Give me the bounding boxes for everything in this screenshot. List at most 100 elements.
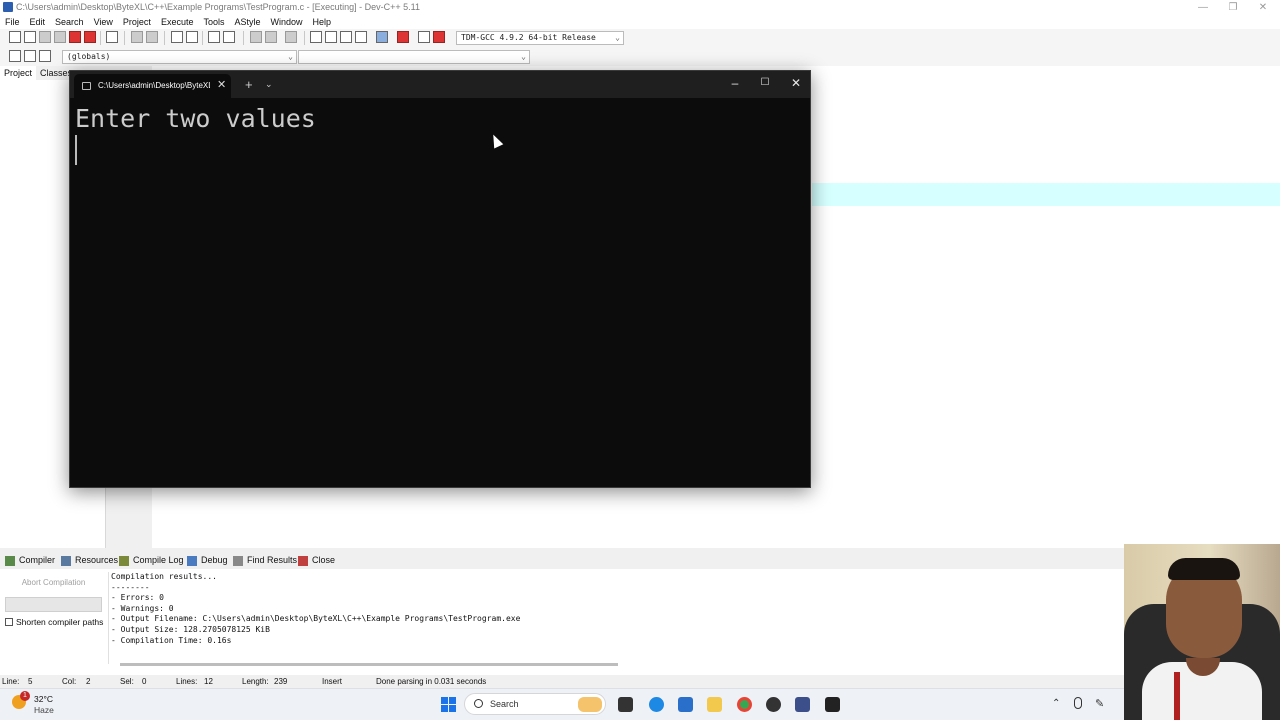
- tab-find-results-label: Find Results: [247, 555, 298, 565]
- toolbar-separator: [100, 31, 101, 45]
- save-all-icon[interactable]: [54, 31, 66, 43]
- notification-badge: 1: [20, 691, 30, 701]
- close-file-icon[interactable]: [69, 31, 81, 43]
- chevron-down-icon[interactable]: ⌄: [265, 79, 273, 90]
- terminal-icon[interactable]: [825, 697, 840, 712]
- menu-window[interactable]: Window: [266, 15, 308, 29]
- edge-icon[interactable]: [649, 697, 664, 712]
- bookmark-icon[interactable]: [223, 31, 235, 43]
- taskbar-search[interactable]: Search: [464, 693, 606, 715]
- close-all-icon[interactable]: [84, 31, 96, 43]
- microphone-icon[interactable]: [1074, 697, 1082, 709]
- back-icon[interactable]: [250, 31, 262, 43]
- devcpp-icon[interactable]: [795, 697, 810, 712]
- taskbar-search-label: Search: [490, 699, 519, 709]
- tab-compiler[interactable]: Compiler: [5, 552, 55, 569]
- close-icon[interactable]: ✕: [1248, 0, 1278, 15]
- devcpp-app-icon: [3, 2, 13, 12]
- start-button[interactable]: [441, 697, 456, 712]
- menu-tools[interactable]: Tools: [198, 15, 229, 29]
- webcam-presenter-hair: [1168, 558, 1240, 580]
- compile-run-icon[interactable]: [340, 31, 352, 43]
- undo-icon[interactable]: [131, 31, 143, 43]
- menu-view[interactable]: View: [89, 15, 118, 29]
- minimize-icon[interactable]: –: [725, 76, 745, 90]
- maximize-icon[interactable]: ☐: [755, 77, 775, 88]
- shorten-paths-option[interactable]: Shorten compiler paths: [5, 617, 103, 627]
- close-icon[interactable]: ✕: [786, 76, 806, 90]
- debug-icon[interactable]: [433, 31, 445, 43]
- function-select[interactable]: ⌄: [298, 50, 530, 64]
- tab-resources[interactable]: Resources: [61, 552, 118, 569]
- tab-debug[interactable]: Debug: [187, 552, 228, 569]
- chevron-down-icon: ⌄: [615, 33, 620, 42]
- pen-icon[interactable]: ✎: [1095, 697, 1104, 710]
- menu-execute[interactable]: Execute: [156, 15, 199, 29]
- menu-search[interactable]: Search: [50, 15, 89, 29]
- task-view-icon[interactable]: [618, 697, 633, 712]
- chart-icon: [119, 556, 129, 566]
- toolbar-separator: [124, 31, 125, 45]
- compile-icon[interactable]: [310, 31, 322, 43]
- print-icon[interactable]: [106, 31, 118, 43]
- minimize-icon[interactable]: —: [1188, 0, 1218, 15]
- forward-icon[interactable]: [265, 31, 277, 43]
- goto-line-icon[interactable]: [208, 31, 220, 43]
- open-file-icon[interactable]: [24, 31, 36, 43]
- run-icon[interactable]: [325, 31, 337, 43]
- shorten-paths-checkbox[interactable]: [5, 618, 13, 626]
- status-col-label: Col:: [62, 677, 77, 686]
- compiler-select[interactable]: TDM-GCC 4.9.2 64-bit Release ⌄: [456, 31, 624, 45]
- devcpp-window-title: C:\Users\admin\Desktop\ByteXL\C++\Exampl…: [16, 2, 420, 12]
- abort-compilation-button[interactable]: Abort Compilation: [5, 575, 102, 591]
- log-line: Compilation results...: [111, 572, 217, 581]
- find-icon[interactable]: [171, 31, 183, 43]
- restore-icon[interactable]: ❐: [1218, 0, 1248, 15]
- file-explorer-icon[interactable]: [707, 697, 722, 712]
- profile-icon[interactable]: [418, 31, 430, 43]
- log-horizontal-scrollbar[interactable]: [120, 663, 618, 666]
- menu-help[interactable]: Help: [308, 15, 337, 29]
- file-gray-icon[interactable]: [285, 31, 297, 43]
- log-line: - Errors: 0: [111, 593, 164, 603]
- stop-execution-icon[interactable]: [397, 31, 409, 43]
- weather-temperature: 32°C: [34, 694, 53, 704]
- toolbar-separator: [243, 31, 244, 45]
- menu-project[interactable]: Project: [118, 15, 156, 29]
- status-mode: Insert: [322, 677, 343, 686]
- new-tab-icon[interactable]: +: [245, 77, 253, 92]
- scope-select[interactable]: (globals) ⌄: [62, 50, 297, 64]
- log-line: - Output Size: 128.2705078125 KiB: [111, 624, 270, 634]
- tab-compile-log-label: Compile Log: [133, 555, 184, 565]
- insert-icon[interactable]: [9, 50, 21, 62]
- syntax-check-icon[interactable]: [376, 31, 388, 43]
- tab-find-results[interactable]: Find Results: [233, 552, 297, 569]
- menu-edit[interactable]: Edit: [25, 15, 51, 29]
- compile-progress-bar: [5, 597, 102, 612]
- windows-logo-icon: [441, 705, 448, 712]
- new-file-icon[interactable]: [9, 31, 21, 43]
- unindent-icon[interactable]: [39, 50, 51, 62]
- save-icon[interactable]: [39, 31, 51, 43]
- webcam-shirt-stripe: [1174, 672, 1180, 720]
- indent-icon[interactable]: [24, 50, 36, 62]
- chrome-icon[interactable]: [737, 697, 752, 712]
- tray-chevron-up-icon[interactable]: ⌃: [1052, 698, 1060, 709]
- store-icon[interactable]: [678, 697, 693, 712]
- redo-icon[interactable]: [146, 31, 158, 43]
- console-window[interactable]: C:\Users\admin\Desktop\ByteXL ✕ + ⌄ – ☐ …: [69, 70, 811, 488]
- log-line: - Output Filename: C:\Users\admin\Deskto…: [111, 614, 521, 624]
- menu-file[interactable]: File: [0, 15, 25, 29]
- toolbar-separator: [304, 31, 305, 45]
- close-tab-icon[interactable]: ✕: [217, 78, 226, 91]
- menu-astyle[interactable]: AStyle: [229, 15, 265, 29]
- console-tab[interactable]: C:\Users\admin\Desktop\ByteXL ✕: [74, 74, 231, 98]
- console-cursor: [75, 135, 77, 165]
- tab-project[interactable]: Project: [0, 66, 37, 80]
- obs-icon[interactable]: [766, 697, 781, 712]
- tab-close-label: Close: [312, 555, 336, 565]
- rebuild-icon[interactable]: [355, 31, 367, 43]
- replace-icon[interactable]: [186, 31, 198, 43]
- tab-compile-log[interactable]: Compile Log: [119, 552, 184, 569]
- tab-close[interactable]: Close: [298, 552, 335, 569]
